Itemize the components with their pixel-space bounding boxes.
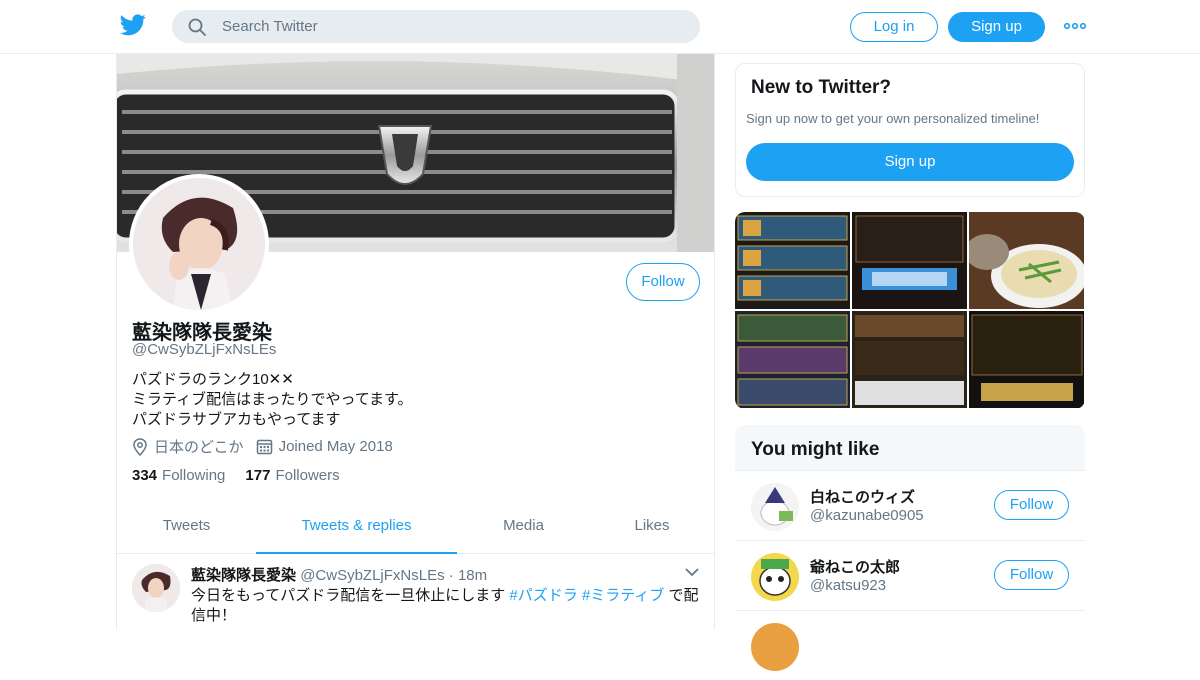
tweet-author-name[interactable]: 藍染隊隊長愛染 [191,567,296,584]
search-box[interactable] [172,10,700,43]
game-screenshot-image [735,311,850,408]
new-to-twitter-card: New to Twitter? Sign up now to get your … [735,63,1085,197]
media-thumbnail[interactable] [735,311,850,408]
hashtag-link[interactable]: #パズドラ [509,587,577,604]
suggestion-item-partial[interactable] [735,610,1085,680]
game-screenshot-image [852,311,967,408]
profile-column: Follow 藍染隊隊長愛染 @CwSybZLjFxNsLEs パズドラのランク… [116,54,715,630]
suggestion-follow-button[interactable]: Follow [994,490,1069,520]
signup-card-title: New to Twitter? [751,77,892,98]
twitter-bird-icon[interactable] [120,14,146,36]
chevron-down-icon[interactable] [685,567,699,577]
suggestion-name[interactable]: 爺ねこの太郎 [810,556,900,577]
tweet-text-start: 今日をもってパズドラ配信を一旦休止にします [191,587,510,604]
tweet-author-handle[interactable]: @CwSybZLjFxNsLEs [300,567,444,584]
profile-bio: パズドラのランク10✕✕ ミラティブ配信はまったりでやってます。 パズドラサブア… [132,370,413,430]
media-thumbnail[interactable] [969,311,1084,408]
you-might-like-panel: You might like 白ねこのウィズ @kazunabe0905 Fol… [735,425,1085,680]
tweet-header: 藍染隊隊長愛染 @CwSybZLjFxNsLEs · 18m [191,564,487,585]
tweet-avatar-image [132,564,180,612]
tab-media[interactable]: Media [457,504,590,554]
tab-likes[interactable]: Likes [590,504,714,554]
search-input[interactable] [222,10,682,43]
joined-item: Joined May 2018 [256,438,393,455]
search-icon [188,18,206,36]
signup-card-button[interactable]: Sign up [746,143,1074,181]
followers-label: Followers [275,467,340,484]
suggestion-item[interactable]: 白ねこのウィズ @kazunabe0905 Follow [735,470,1085,540]
followers-count: 177 [245,467,271,484]
profile-stats: 334 Following 177 Followers [132,467,360,484]
suggestion-avatar[interactable] [751,483,799,531]
bio-line: パズドラサブアカもやってます [132,411,341,428]
following-link[interactable]: 334 Following [132,467,225,484]
tab-tweets[interactable]: Tweets [117,504,256,554]
suggestion-handle[interactable]: @kazunabe0905 [810,507,924,524]
game-screenshot-image [735,212,850,309]
tweet-text: 今日をもってパズドラ配信を一旦休止にします #パズドラ #ミラティブ で配信中！ [191,586,701,626]
profile-handle[interactable]: @CwSybZLjFxNsLEs [132,341,276,358]
hashtag-link[interactable]: #ミラティブ [582,587,664,604]
location-item: 日本のどこか [132,436,244,457]
anime-character-avatar [133,178,265,310]
media-thumbnail[interactable] [852,311,967,408]
game-screenshot-image [969,311,1084,408]
location-text: 日本のどこか [154,439,244,456]
suggestion-item[interactable]: 爺ねこの太郎 @katsu923 Follow [735,540,1085,610]
location-pin-icon [133,437,147,456]
noodle-bowl-photo [969,212,1084,309]
game-screenshot-image [852,212,967,309]
profile-meta: 日本のどこか Joined May 2018 [132,436,405,457]
tweet-timestamp[interactable]: 18m [458,567,487,584]
old-cat-avatar-image [751,553,799,601]
suggestion-name[interactable]: 白ねこのウィズ [810,486,915,507]
tweet-avatar[interactable] [132,564,180,612]
following-label: Following [162,467,226,484]
follow-button[interactable]: Follow [626,263,700,301]
media-thumbnail[interactable] [735,212,850,309]
joined-text: Joined May 2018 [278,438,393,455]
suggestion-avatar-image [751,623,799,671]
suggestion-handle[interactable]: @katsu923 [810,577,886,594]
signup-card-subtitle: Sign up now to get your own personalized… [746,111,1040,126]
bio-line: パズドラのランク10✕✕ [132,371,294,388]
you-might-like-title: You might like [751,439,880,460]
signup-button[interactable]: Sign up [948,12,1045,42]
suggestion-follow-button[interactable]: Follow [994,560,1069,590]
top-navigation-bar: Log in Sign up [0,0,1200,54]
tab-tweets-and-replies[interactable]: Tweets & replies [256,504,457,554]
bio-line: ミラティブ配信はまったりでやってます。 [132,391,413,408]
profile-tabs: Tweets Tweets & replies Media Likes [117,504,714,554]
white-cat-avatar-image [751,483,799,531]
media-grid [735,212,1085,409]
following-count: 334 [132,467,158,484]
followers-link[interactable]: 177 Followers [245,467,339,484]
profile-avatar[interactable] [129,174,269,314]
suggestion-avatar[interactable] [751,623,799,671]
media-thumbnail[interactable] [852,212,967,309]
calendar-icon [256,439,272,455]
more-options-icon[interactable] [1064,18,1086,34]
tweet-item[interactable]: 藍染隊隊長愛染 @CwSybZLjFxNsLEs · 18m 今日をもってパズド… [117,554,714,630]
media-thumbnail[interactable] [969,212,1084,309]
login-button[interactable]: Log in [850,12,938,42]
tweet-separator: · [448,567,454,584]
suggestion-avatar[interactable] [751,553,799,601]
